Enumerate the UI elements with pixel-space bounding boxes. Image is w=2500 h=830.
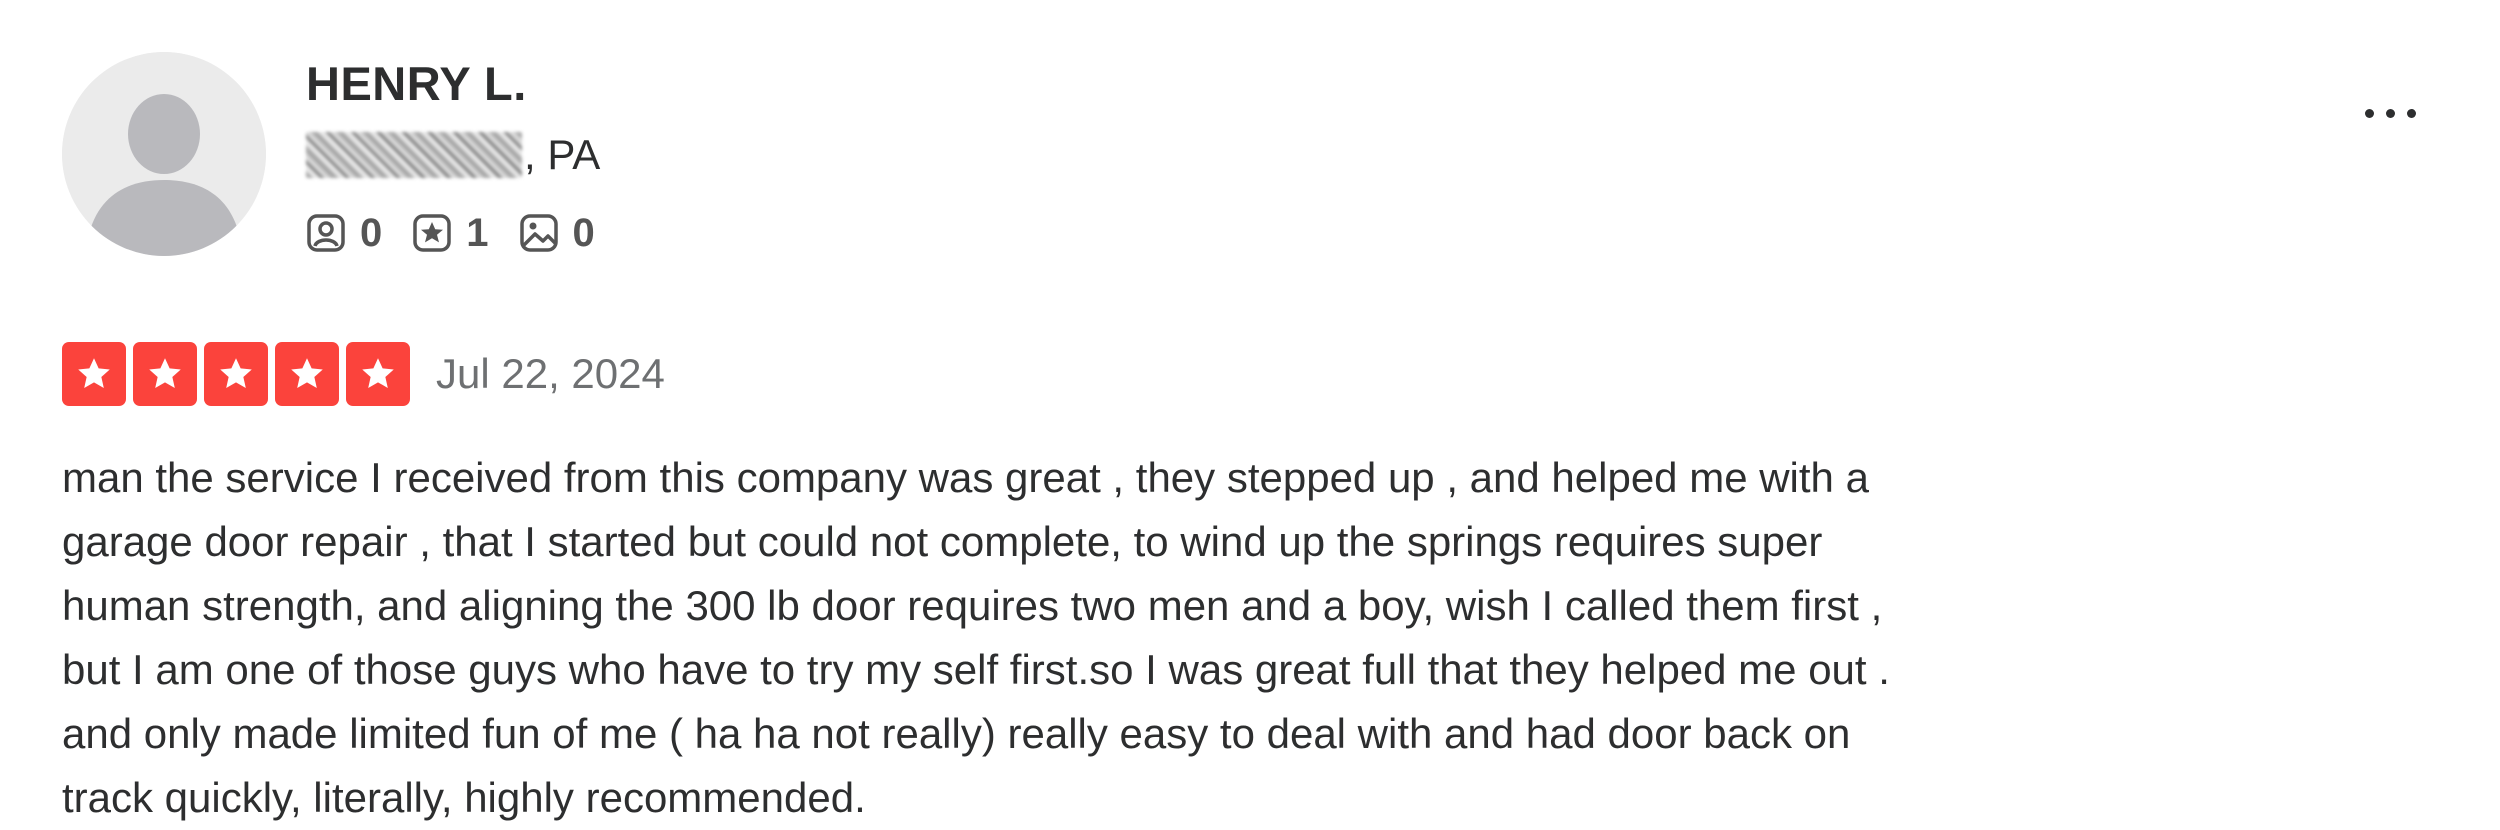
review-text: man the service I received from this com… (62, 446, 2162, 830)
rating-row: Jul 22, 2024 (62, 342, 665, 406)
reviewer-stats: 0 1 0 (306, 206, 625, 260)
review-card: HENRY L. , PA 0 1 0 Jul 22, 2024 man the… (0, 0, 2500, 829)
review-text-line: but I am one of those guys who have to t… (62, 646, 1890, 693)
star-icon (133, 342, 197, 406)
location-state: , PA (524, 131, 601, 178)
reviews-count: 1 (466, 210, 489, 255)
reviews-icon (413, 214, 451, 252)
friends-icon (307, 214, 345, 252)
star-rating (62, 342, 410, 406)
star-icon (204, 342, 268, 406)
star-icon (62, 342, 126, 406)
redacted-city (306, 132, 522, 178)
more-options-icon[interactable] (2350, 88, 2430, 138)
review-text-line: and only made limited fun of me ( ha ha … (62, 710, 1851, 757)
review-text-line: human strength, and aligning the 300 lb … (62, 582, 1883, 629)
review-text-line: track quickly, literally, highly recomme… (62, 774, 866, 821)
review-text-line: man the service I received from this com… (62, 454, 1869, 501)
friends-count: 0 (360, 210, 383, 255)
default-user-avatar-icon[interactable] (62, 52, 266, 256)
review-text-line: garage door repair , that I started but … (62, 518, 1823, 565)
reviews-stat: 1 (412, 210, 489, 256)
reviewer-name[interactable]: HENRY L. (306, 54, 527, 114)
star-icon (346, 342, 410, 406)
reviewer-location: , PA (306, 128, 600, 182)
review-date: Jul 22, 2024 (436, 350, 665, 397)
photos-count: 0 (572, 210, 595, 255)
star-icon (275, 342, 339, 406)
photos-icon (519, 214, 558, 252)
photos-stat: 0 (519, 211, 595, 256)
friends-stat: 0 (306, 211, 382, 256)
